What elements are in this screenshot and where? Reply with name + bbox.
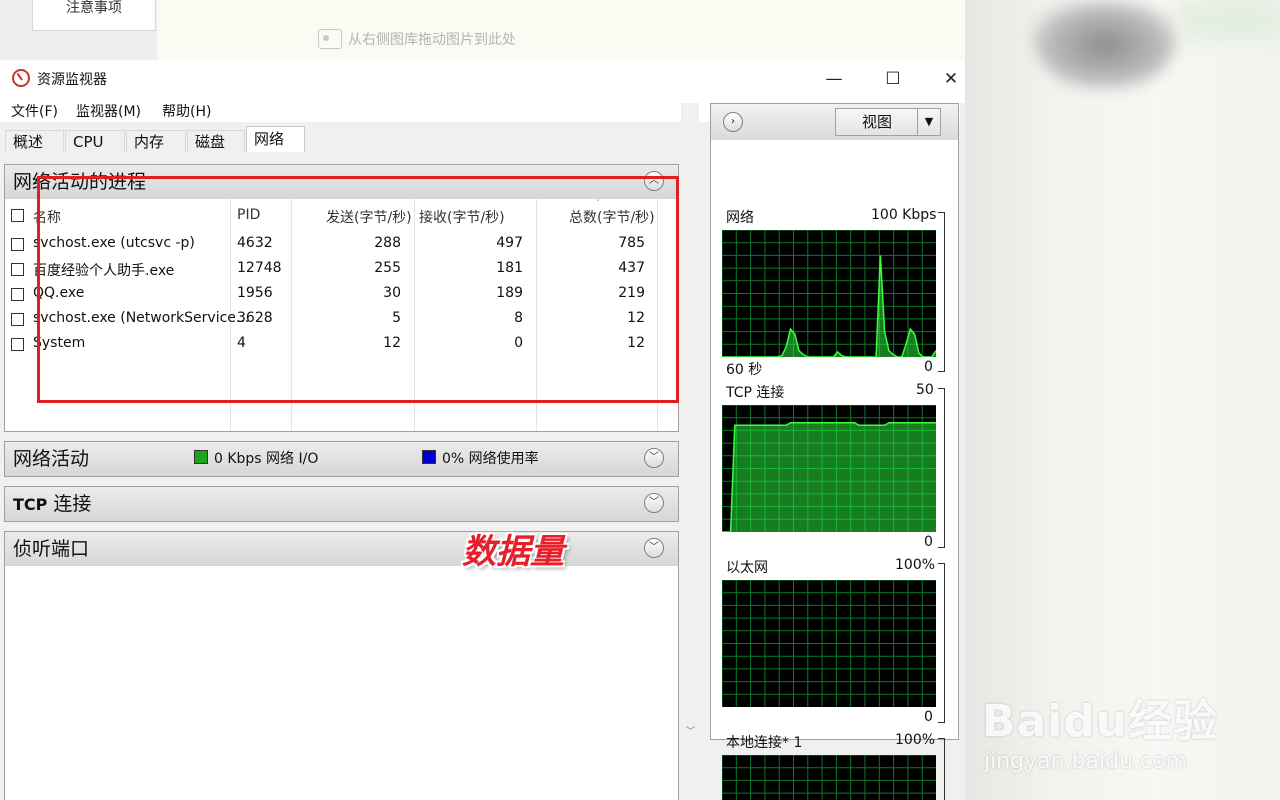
menu-help[interactable]: 帮助(H)	[162, 101, 211, 121]
menu-monitor[interactable]: 监视器(M)	[76, 101, 141, 121]
image-icon	[318, 29, 342, 49]
background-blur-shape	[1030, 0, 1180, 90]
network-graph-label: 网络	[726, 210, 754, 226]
panel-header[interactable]: 侦听端口 ﹀	[5, 532, 678, 566]
tcp-connections-panel: TCP 连接 ﹀	[4, 486, 679, 522]
watermark-main: Baidu经验	[982, 696, 1219, 747]
drop-hint-text: 从右侧图库拖动图片到此处	[348, 32, 516, 48]
network-usage-text: 0% 网络使用率	[442, 451, 539, 467]
background-top-area	[157, 0, 965, 60]
ethernet-graph-label: 以太网	[726, 560, 768, 576]
expand-right-icon[interactable]: ›	[723, 112, 743, 132]
title-bar: 资源监视器 — ☐ ✕	[0, 60, 965, 98]
panel-header[interactable]: TCP 连接 ﹀	[5, 487, 678, 521]
select-all-checkbox[interactable]	[11, 209, 24, 222]
tcp-graph-label: TCP 连接	[726, 385, 785, 401]
menu-file[interactable]: 文件(F)	[11, 101, 58, 121]
graphs-panel-header: › 视图 ▼	[711, 104, 958, 140]
graph-scale-bracket	[938, 212, 945, 372]
tab-network[interactable]: 网络	[246, 126, 305, 152]
network-graph-min: 0	[924, 359, 933, 375]
network-graph	[722, 230, 936, 357]
network-io-legend: 0 Kbps 网络 I/O	[194, 442, 318, 476]
annotation-text: 数据量	[462, 532, 564, 572]
row-checkbox[interactable]	[11, 288, 24, 301]
row-checkbox[interactable]	[11, 263, 24, 276]
tab-cpu[interactable]: CPU	[65, 130, 125, 152]
background-right-area	[965, 0, 1280, 800]
view-button-label: 视图	[861, 113, 892, 131]
ethernet-graph-max: 100%	[895, 557, 936, 573]
expand-icon[interactable]: ﹀	[644, 493, 664, 513]
maximize-button[interactable]: ☐	[864, 60, 922, 98]
network-io-color	[194, 450, 208, 464]
background-blur-shape	[1180, 0, 1280, 40]
panel-title: 侦听端口	[13, 538, 90, 560]
resource-monitor-icon	[12, 69, 30, 87]
row-checkbox[interactable]	[11, 238, 24, 251]
row-checkbox[interactable]	[11, 338, 24, 351]
tab-disk[interactable]: 磁盘	[187, 130, 245, 152]
network-usage-color	[422, 450, 436, 464]
graph-scale-bracket	[938, 563, 945, 723]
graph-area	[722, 422, 936, 532]
expand-icon[interactable]: ﹀	[644, 448, 664, 468]
tcp-graph-min: 0	[924, 534, 933, 550]
panel-title-bold: TCP	[13, 495, 48, 514]
local-connection-graph-label: 本地连接* 1	[726, 735, 803, 751]
tcp-graph	[722, 405, 936, 532]
close-button[interactable]: ✕	[922, 60, 980, 98]
network-usage-legend: 0% 网络使用率	[422, 442, 539, 476]
local-connection-graph	[722, 755, 936, 800]
watermark-url: jingyan.baidu.com	[984, 749, 1188, 774]
panel-title: 网络活动	[13, 448, 90, 470]
window-title: 资源监视器	[37, 72, 107, 88]
panel-header[interactable]: 网络活动 0 Kbps 网络 I/O 0% 网络使用率 ﹀	[5, 442, 678, 476]
tab-memory[interactable]: 内存	[126, 130, 186, 152]
network-io-text: 0 Kbps 网络 I/O	[214, 451, 319, 467]
local-connection-graph-max: 100%	[895, 732, 936, 748]
left-scrollbar[interactable]: ﹀	[681, 103, 699, 740]
notes-button[interactable]: 注意事项	[32, 0, 156, 31]
highlight-box	[37, 176, 679, 403]
network-activity-panel: 网络活动 0 Kbps 网络 I/O 0% 网络使用率 ﹀	[4, 441, 679, 477]
image-drop-hint: 从右侧图库拖动图片到此处	[318, 29, 516, 49]
graph-scale-bracket	[938, 388, 945, 548]
view-button[interactable]: 视图 ▼	[835, 108, 941, 136]
tab-overview[interactable]: 概述	[5, 130, 64, 152]
expand-icon[interactable]: ﹀	[644, 538, 664, 558]
baidu-watermark: Baidu经验 jingyan.baidu.com	[982, 685, 1218, 774]
panel-title: 连接	[47, 493, 92, 515]
minimize-button[interactable]: —	[805, 60, 863, 98]
tcp-graph-max: 50	[916, 382, 934, 398]
ethernet-graph-min: 0	[924, 709, 933, 725]
right-scrollbar[interactable]	[960, 103, 965, 740]
graph-scale-bracket	[938, 738, 945, 800]
dropdown-arrow-icon[interactable]: ▼	[917, 109, 940, 135]
network-graph-max: 100 Kbps	[871, 207, 937, 223]
ethernet-graph	[722, 580, 936, 707]
row-checkbox[interactable]	[11, 313, 24, 326]
listening-ports-panel: 侦听端口 ﹀	[4, 531, 679, 800]
network-graph-time: 60 秒	[726, 362, 763, 378]
scroll-down-icon[interactable]: ﹀	[686, 724, 695, 737]
